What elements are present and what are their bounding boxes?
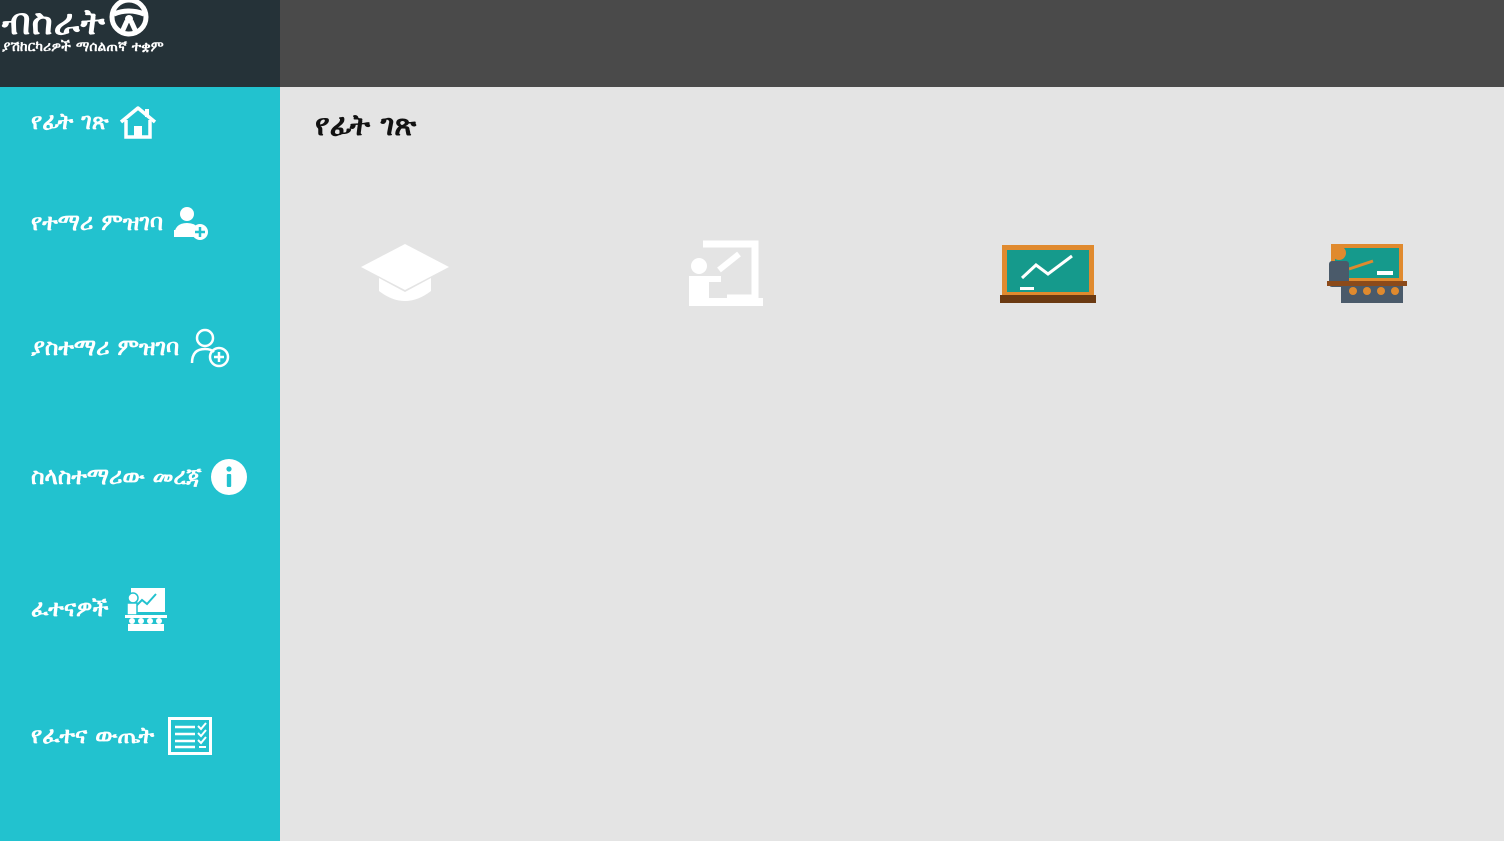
reports-tile[interactable] <box>993 236 1103 316</box>
sidebar-item-label: ያስተማሪ ምዝገባ <box>31 335 180 361</box>
sidebar-item-exams[interactable]: ፈተናዎች <box>31 587 167 631</box>
results-list-icon <box>168 717 213 755</box>
add-user-icon <box>173 205 209 241</box>
graduation-cap-icon <box>359 241 451 311</box>
sidebar-item-exam-results[interactable]: የፈተና ውጤት <box>31 717 213 755</box>
sidebar-item-label: የተማሪ ምዝገባ <box>31 210 164 236</box>
home-icon <box>119 105 157 139</box>
sidebar-item-student-registration[interactable]: የተማሪ ምዝገባ <box>31 205 209 241</box>
sidebar: የፊት ገጽ የተማሪ ምዝገባ ያስተማሪ ምዝገባ ስላስተማሪው መረጃ … <box>0 87 280 841</box>
app-title: ብስራት <box>2 1 106 43</box>
brand-block: ብስራት ያሽከርካሪዎች ማሰልጠኛ ተቋም <box>0 0 280 87</box>
top-bar <box>280 0 1504 87</box>
sidebar-item-label: የፊት ገጽ <box>31 109 109 135</box>
app-subtitle: ያሽከርካሪዎች ማሰልጠኛ ተቋም <box>2 39 164 55</box>
sidebar-item-label: ስላስተማሪው መረጃ <box>31 464 202 490</box>
sidebar-item-home[interactable]: የፊት ገጽ <box>31 105 157 139</box>
sidebar-item-teacher-registration[interactable]: ያስተማሪ ምዝገባ <box>31 327 231 369</box>
teachers-tile[interactable] <box>670 236 780 316</box>
info-icon <box>211 459 248 495</box>
sidebar-item-label: ፈተናዎች <box>31 596 109 622</box>
chalkboard-chart-icon <box>1000 243 1096 309</box>
exams-tile[interactable] <box>1312 236 1422 316</box>
page-title: የፊት ገጽ <box>315 108 417 143</box>
students-tile[interactable] <box>350 236 460 316</box>
teacher-board-icon <box>687 240 763 312</box>
sidebar-item-teacher-info[interactable]: ስላስተማሪው መረጃ <box>31 459 248 495</box>
add-user-outline-icon <box>189 327 231 369</box>
classroom-icon <box>124 587 167 631</box>
classroom-presentation-icon <box>1327 243 1407 309</box>
sidebar-item-label: የፈተና ውጤት <box>31 723 155 749</box>
